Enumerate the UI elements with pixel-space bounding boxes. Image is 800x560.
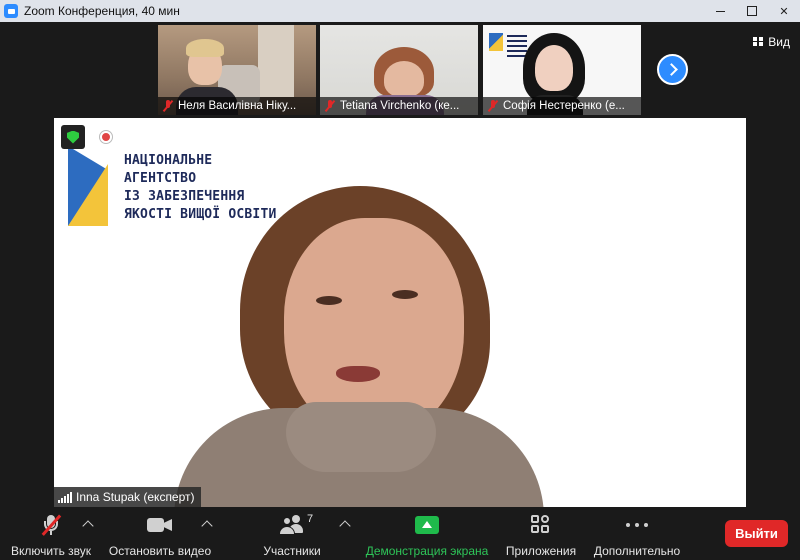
participants-label: Участники <box>263 544 321 558</box>
logo-line: ЯКОСТІ ВИЩОЇ ОСВІТИ <box>124 207 277 222</box>
participant-name: Неля Василівна Ніку... <box>178 100 297 112</box>
apps-icon <box>531 515 551 535</box>
participant-name-bar: Неля Василівна Ніку... <box>158 97 316 115</box>
window-title: Zoom Конференция, 40 мин <box>24 4 180 18</box>
logo-text: НАЦІОНАЛЬНЕ АГЕНТСТВО ІЗ ЗАБЕЗПЕЧЕННЯ ЯК… <box>124 152 277 224</box>
restore-button[interactable] <box>736 0 768 22</box>
video-camera-icon <box>147 517 173 533</box>
speaker-eye-left <box>316 296 342 305</box>
participant-thumbnail[interactable]: Tetiana Virchenko (ке... <box>320 25 478 115</box>
muted-mic-icon <box>488 100 498 112</box>
grid-icon <box>753 37 764 47</box>
share-screen-icon <box>415 516 439 534</box>
stop-video-button[interactable]: Остановить видео <box>106 514 214 558</box>
apps-button[interactable]: Приложения <box>502 514 580 558</box>
participant-name: Tetiana Virchenko (ке... <box>340 100 460 112</box>
participant-thumbnail[interactable]: Софія Нестеренко (е... <box>483 25 641 115</box>
close-window-button[interactable] <box>768 0 800 22</box>
speaker-collar <box>286 402 436 472</box>
logo-line: АГЕНТСТВО <box>124 171 197 186</box>
participants-button[interactable]: 7 Участники <box>260 513 324 558</box>
participant-face <box>384 61 424 97</box>
muted-mic-icon <box>325 100 335 112</box>
share-screen-button[interactable]: Демонстрация экрана <box>362 514 492 558</box>
participant-name-bar: Софія Нестеренко (е... <box>483 97 641 115</box>
security-shield-icon[interactable] <box>61 125 85 149</box>
share-screen-label: Демонстрация экрана <box>365 544 489 558</box>
agency-logo: НАЦІОНАЛЬНЕ АГЕНТСТВО ІЗ ЗАБЕЗПЕЧЕННЯ ЯК… <box>62 126 276 236</box>
unmute-label: Включить звук <box>10 544 92 558</box>
speaker-eye-right <box>392 290 418 299</box>
speaker-mouth <box>336 366 380 382</box>
leave-meeting-button[interactable]: Выйти <box>725 520 788 547</box>
zoom-window: Zoom Конференция, 40 мин Вид Неля Василі… <box>0 0 800 560</box>
logo-line: НАЦІОНАЛЬНЕ <box>124 153 213 168</box>
more-button[interactable]: Дополнительно <box>590 514 684 558</box>
muted-mic-icon <box>163 100 173 112</box>
participant-name: Софія Нестеренко (е... <box>503 100 625 112</box>
more-dots-icon <box>626 523 648 527</box>
recording-indicator-icon <box>100 131 112 143</box>
participants-options-chevron-icon[interactable] <box>339 520 351 532</box>
zoom-app-icon <box>4 4 18 18</box>
stop-video-label: Остановить видео <box>108 544 212 558</box>
apps-label: Приложения <box>505 544 577 558</box>
view-button-label: Вид <box>768 35 790 49</box>
active-speaker-video: НАЦІОНАЛЬНЕ АГЕНТСТВО ІЗ ЗАБЕЗПЕЧЕННЯ ЯК… <box>54 118 746 507</box>
minimize-button[interactable] <box>704 0 736 22</box>
speaker-name: Inna Stupak (експерт) <box>76 490 195 504</box>
speaker-name-bar: Inna Stupak (експерт) <box>54 487 201 507</box>
room-door <box>258 25 294 97</box>
title-bar: Zoom Конференция, 40 мин <box>0 0 800 22</box>
logo-line: ІЗ ЗАБЕЗПЕЧЕННЯ <box>124 189 245 204</box>
participants-count: 7 <box>307 513 314 525</box>
unmute-button[interactable]: Включить звук <box>8 514 94 558</box>
view-button[interactable]: Вид <box>753 34 790 50</box>
participant-name-bar: Tetiana Virchenko (ке... <box>320 97 478 115</box>
participant-thumbnail[interactable]: Неля Василівна Ніку... <box>158 25 316 115</box>
muted-microphone-icon <box>40 514 62 536</box>
thumb-logo-mark <box>489 33 503 51</box>
participants-icon: 7 <box>279 513 313 535</box>
participant-face <box>535 45 573 91</box>
next-page-arrow-icon[interactable] <box>657 54 688 85</box>
participant-hair <box>186 39 224 57</box>
meeting-toolbar: Включить звук Остановить видео 7 Участни… <box>0 510 800 560</box>
signal-strength-icon <box>58 491 72 503</box>
more-label: Дополнительно <box>593 544 681 558</box>
thumb-logo-lines <box>507 35 527 57</box>
